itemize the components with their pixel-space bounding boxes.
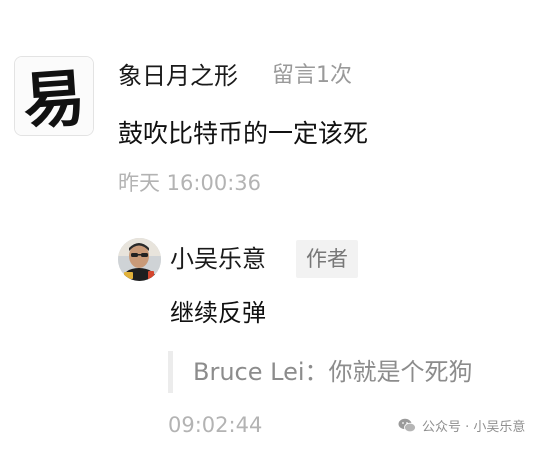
quoted-comment: Bruce Lei：你就是个死狗: [168, 351, 473, 393]
comment-text: 鼓吹比特币的一定该死: [118, 119, 369, 148]
comment-thread: 易 象日月之形 留言1次 鼓吹比特币的一定该死 昨天 16:00:36 小吴乐意…: [0, 0, 560, 450]
avatar[interactable]: 易: [14, 56, 94, 136]
author-photo-icon: [118, 238, 161, 281]
reply-timestamp: 09:02:44: [168, 413, 263, 437]
watermark-text: 公众号 · 小吴乐意: [422, 420, 526, 435]
author-nickname[interactable]: 小吴乐意: [170, 242, 266, 276]
svg-text:易: 易: [21, 61, 88, 135]
watermark: 公众号 · 小吴乐意: [398, 416, 525, 435]
commenter-nickname[interactable]: 象日月之形: [118, 60, 238, 92]
wechat-official-account-icon: [398, 418, 416, 433]
comment-timestamp: 昨天 16:00:36: [118, 171, 261, 195]
author-avatar[interactable]: [118, 238, 161, 281]
calligraphy-avatar-icon: 易: [15, 57, 93, 135]
author-badge: 作者: [296, 240, 358, 278]
reply-text: 继续反弹: [170, 299, 266, 327]
comment-count-tag: 留言1次: [272, 63, 352, 88]
